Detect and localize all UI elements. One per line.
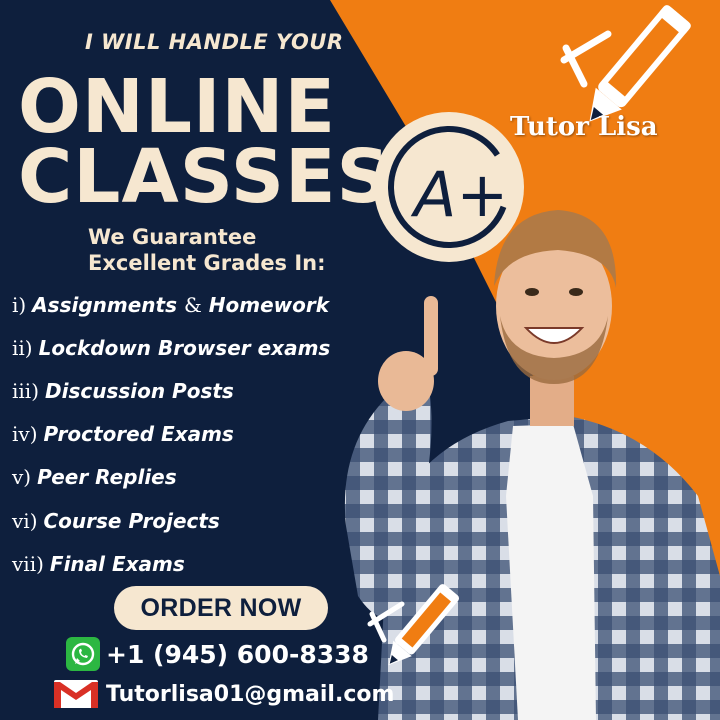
list-number: v) bbox=[12, 465, 32, 490]
list-item: i) Assignments & Homework bbox=[12, 283, 330, 326]
list-item-text: Lockdown Browser exams bbox=[38, 335, 331, 360]
brand-name: Tutor Lisa bbox=[510, 112, 658, 142]
list-item: vi) Course Projects bbox=[12, 499, 330, 542]
list-item-part: Assignments bbox=[32, 292, 178, 317]
list-item-text: Assignments & Homework bbox=[32, 293, 329, 317]
whatsapp-icon bbox=[66, 637, 100, 671]
list-number: iv) bbox=[12, 422, 38, 447]
guarantee-text: We Guarantee Excellent Grades In: bbox=[88, 224, 326, 276]
gmail-icon bbox=[54, 680, 98, 708]
list-number: ii) bbox=[12, 335, 33, 360]
title-line-online: ONLINE bbox=[18, 64, 337, 150]
list-item-text: Peer Replies bbox=[37, 465, 177, 490]
list-number: vi) bbox=[12, 508, 38, 533]
list-number: iii) bbox=[12, 378, 39, 403]
list-item: iii) Discussion Posts bbox=[12, 369, 330, 412]
promo-poster: A+ Tutor Lisa I WILL HANDLE YOUR ONLINE … bbox=[0, 0, 720, 720]
guarantee-line-2: Excellent Grades In: bbox=[88, 251, 326, 275]
phone-contact[interactable]: +1 (945) 600-8338 bbox=[66, 637, 369, 671]
list-item: v) Peer Replies bbox=[12, 456, 330, 499]
services-list: i) Assignments & Homework ii) Lockdown B… bbox=[12, 283, 330, 585]
list-item: ii) Lockdown Browser exams bbox=[12, 326, 330, 369]
phone-number: +1 (945) 600-8338 bbox=[106, 639, 369, 669]
list-number: i) bbox=[12, 292, 27, 317]
guarantee-line-1: We Guarantee bbox=[88, 225, 257, 249]
email-contact[interactable]: Tutorlisa01@gmail.com bbox=[52, 678, 394, 710]
order-now-button[interactable]: ORDER NOW bbox=[114, 586, 328, 630]
list-item-text: Course Projects bbox=[43, 508, 220, 533]
title-line-classes: CLASSES bbox=[18, 134, 391, 220]
list-number: vii) bbox=[12, 551, 44, 576]
list-item-part: Homework bbox=[208, 292, 330, 317]
ampersand: & bbox=[183, 292, 202, 317]
email-address: Tutorlisa01@gmail.com bbox=[106, 681, 395, 707]
list-item-text: Discussion Posts bbox=[45, 378, 234, 403]
list-item-text: Final Exams bbox=[49, 551, 185, 576]
list-item: iv) Proctored Exams bbox=[12, 413, 330, 456]
list-item-text: Proctored Exams bbox=[43, 422, 234, 447]
list-item: vii) Final Exams bbox=[12, 542, 330, 585]
headline: I WILL HANDLE YOUR bbox=[85, 30, 344, 54]
pencil-icon bbox=[367, 584, 459, 666]
